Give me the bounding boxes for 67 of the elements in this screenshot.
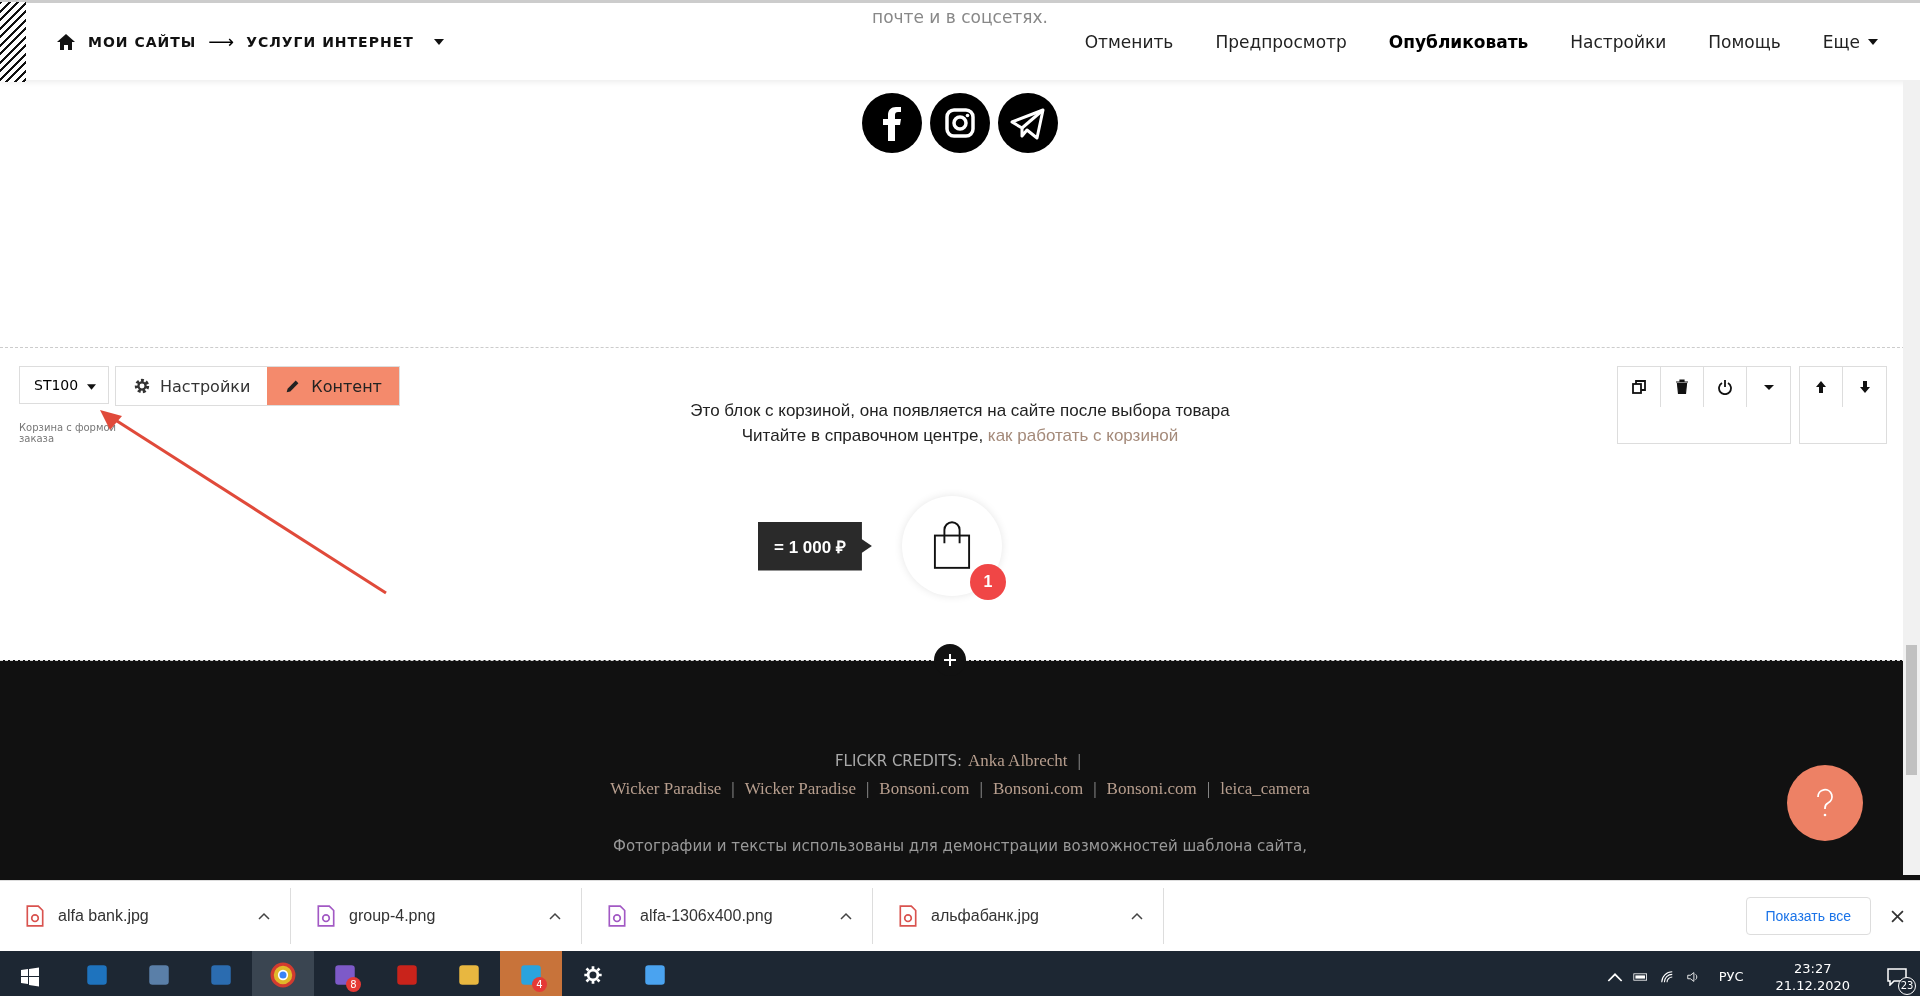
menu-link[interactable]: Отменить (1084, 31, 1174, 52)
download-item[interactable]: alfa-1306x400.png (582, 888, 873, 944)
chevron-up-icon[interactable] (258, 912, 270, 920)
telegram-icon[interactable] (998, 93, 1058, 153)
close-icon[interactable] (1891, 909, 1904, 923)
scrollbar[interactable] (1903, 80, 1920, 875)
cart-count-badge: 1 (969, 564, 1006, 600)
credit-link[interactable]: Bonsoni.com (992, 775, 1084, 803)
menu-link[interactable]: Опубликовать (1388, 31, 1529, 52)
caret-icon[interactable] (1868, 38, 1878, 45)
separator-text: | (1077, 750, 1081, 772)
menu-link[interactable]: Помощь (1708, 31, 1781, 52)
notification-badge: 8 (346, 977, 361, 992)
separator-text: | (979, 778, 983, 800)
download-item[interactable]: alfa bank.jpg (0, 888, 291, 944)
chevron-up-icon[interactable] (549, 912, 561, 920)
download-item[interactable]: group-4.png (291, 888, 582, 944)
disclaimer-text: Фотографии и тексты использованы для демонстрации возможностей шаблона сайта, (612, 837, 1308, 855)
breadcrumb-separator: ⟶ (208, 31, 235, 52)
language-indicator[interactable]: РУС (1718, 969, 1744, 984)
caret-icon (86, 384, 96, 390)
show-all-button[interactable]: Показать все (1745, 897, 1871, 935)
chevron-up-icon[interactable] (840, 912, 852, 920)
zigzag-logo-icon (0, 1, 26, 82)
notification-count: 23 (1898, 976, 1916, 995)
notification-badge: 4 (532, 977, 547, 992)
menu-link[interactable]: Предпросмотр (1215, 31, 1347, 52)
cart-total-label: = 1 000 ₽ (758, 521, 872, 571)
menu-link[interactable]: Настройки (1570, 31, 1667, 52)
credit-link[interactable]: Wicker Paradise (744, 775, 856, 803)
trash-icon (1674, 379, 1690, 395)
content-tab[interactable]: Контент (267, 367, 399, 405)
facebook-icon[interactable] (862, 93, 922, 153)
taskbar-app-button[interactable]: 8 (314, 951, 376, 996)
menu-link[interactable]: Еще (1822, 31, 1860, 52)
instagram-icon[interactable] (930, 93, 990, 153)
page-text: почте и в соцсетях. (872, 7, 1048, 27)
windows-start-icon[interactable] (20, 966, 40, 987)
credit-link[interactable]: Bonsoni.com (879, 775, 970, 803)
info-text: Это блок с корзиной, она появляется на сайте после выбора товара (690, 400, 1230, 422)
separator-text: | (731, 778, 735, 800)
credit-link[interactable]: Anka Albrecht (968, 747, 1068, 775)
info-text: Читайте в справочном центре, (741, 426, 984, 445)
credits-label: FLICKR CREDITS: (835, 751, 962, 772)
arrow-up-icon (1813, 379, 1829, 395)
gear-icon (133, 377, 151, 395)
taskbar-app-button[interactable]: 4 (500, 951, 562, 996)
download-item[interactable]: альфабанк.jpg (873, 888, 1164, 944)
copy-icon (1631, 379, 1647, 395)
notifications-button[interactable]: 23 (1874, 956, 1920, 996)
credit-link[interactable]: leica_camera (1220, 775, 1310, 803)
block-type-dropdown[interactable]: ST100 (19, 366, 109, 404)
breadcrumb-link[interactable]: УСЛУГИ ИНТЕРНЕТ (246, 33, 414, 50)
separator-text: | (865, 778, 870, 800)
credit-link[interactable]: Bonsoni.com (1106, 775, 1197, 803)
caret-icon[interactable] (433, 38, 444, 45)
question-mark-icon (1815, 788, 1835, 818)
wifi-icon[interactable] (1658, 969, 1675, 984)
separator-text: | (1093, 778, 1097, 800)
credit-link[interactable]: Wicker Paradise (610, 775, 722, 803)
home-icon[interactable] (56, 31, 76, 52)
shopping-bag-icon (932, 521, 971, 571)
clock[interactable]: 23:27 21.12.2020 (1775, 959, 1850, 994)
separator-text: | (1206, 778, 1211, 800)
power-icon (1717, 379, 1733, 395)
chevron-up-icon[interactable] (1131, 912, 1143, 920)
breadcrumb-link[interactable]: МОИ САЙТЫ (88, 33, 197, 50)
